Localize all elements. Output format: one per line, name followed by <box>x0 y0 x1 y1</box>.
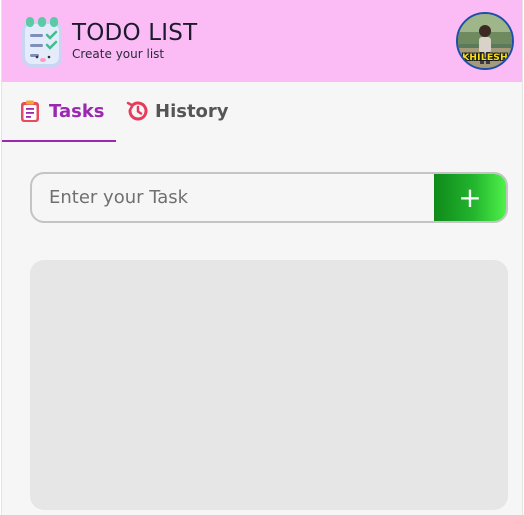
app-title: TODO LIST <box>72 20 198 46</box>
tab-history[interactable]: History <box>120 82 230 142</box>
plus-icon: + <box>458 181 482 214</box>
app-subtitle: Create your list <box>72 47 165 61</box>
clipboard-icon <box>21 100 39 122</box>
avatar[interactable]: KHILESH <box>456 12 514 70</box>
app-header: TODO LIST Create your list KHILESH <box>2 0 522 82</box>
avatar-label: KHILESH <box>462 53 508 63</box>
tab-bar: Tasks History <box>2 82 522 142</box>
clipboard-checklist-icon <box>22 17 62 67</box>
tab-tasks-label: Tasks <box>49 101 105 122</box>
tab-history-label: History <box>155 101 229 122</box>
todo-app: TODO LIST Create your list KHILESH Tasks… <box>1 0 523 515</box>
task-input[interactable] <box>32 174 436 221</box>
task-list <box>30 260 508 510</box>
add-task-button[interactable]: + <box>434 174 506 221</box>
task-input-group: + <box>30 172 508 223</box>
tab-tasks[interactable]: Tasks <box>2 82 116 142</box>
history-clock-icon <box>126 101 148 121</box>
